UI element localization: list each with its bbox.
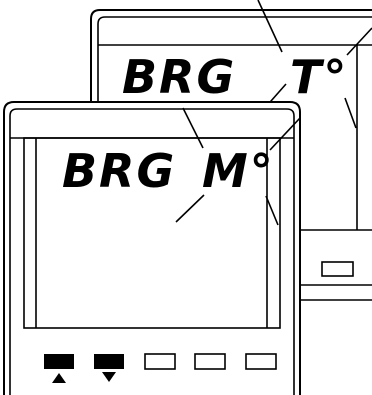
down-button-key[interactable] (94, 354, 124, 369)
instrument-illustration: BRG T° BRG M° (0, 0, 372, 395)
front-text-right: M° (202, 144, 275, 198)
back-small-button[interactable] (321, 261, 354, 277)
front-text-left: BRG (62, 144, 176, 198)
front-instrument: BRG M° (3, 101, 301, 395)
back-text-right: T° (290, 50, 348, 104)
back-text-left: BRG (122, 50, 236, 104)
back-ray-2 (346, 27, 372, 56)
instrument-drawing: BRG T° BRG M° (3, 0, 372, 395)
up-button-key[interactable] (44, 354, 74, 369)
